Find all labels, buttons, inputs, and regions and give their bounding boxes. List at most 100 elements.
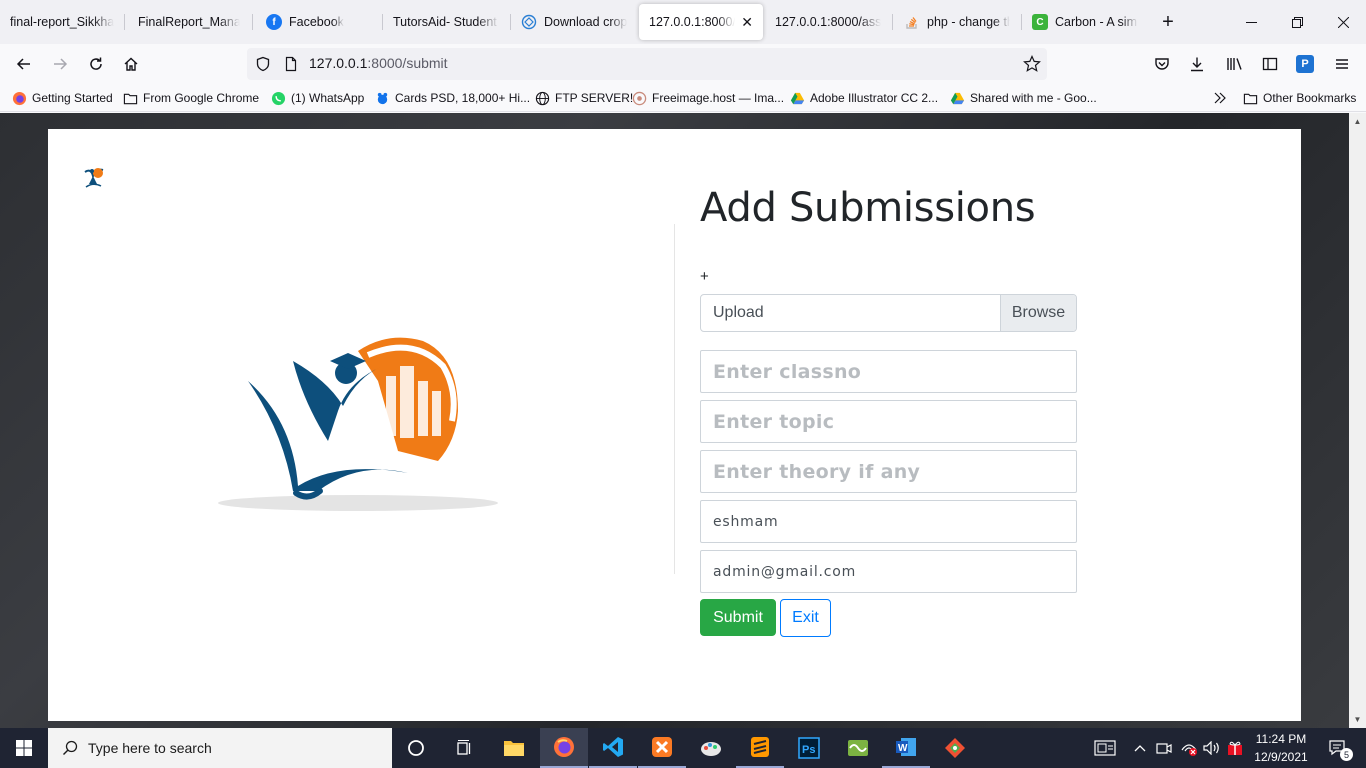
forward-button[interactable] bbox=[46, 50, 74, 78]
reload-button[interactable] bbox=[82, 50, 110, 78]
home-button[interactable] bbox=[117, 50, 145, 78]
restore-button[interactable] bbox=[1274, 0, 1320, 44]
url-text: 127.0.0.1:8000/submit bbox=[309, 55, 448, 73]
tablet-mode-icon[interactable] bbox=[1090, 728, 1120, 768]
network-disconnected-icon[interactable] bbox=[1178, 728, 1200, 768]
start-button[interactable] bbox=[0, 728, 48, 768]
browse-button[interactable]: Browse bbox=[1000, 295, 1076, 331]
svg-text:W: W bbox=[898, 743, 908, 754]
tab-title: FinalReport_Manas_ bbox=[138, 15, 240, 29]
tab-strip: final-report_SikkhaD FinalReport_Manas_ … bbox=[0, 0, 1366, 44]
classno-input[interactable] bbox=[700, 350, 1077, 393]
bookmark-label: FTP SERVER! bbox=[555, 91, 634, 105]
notification-count-badge: 5 bbox=[1340, 748, 1353, 761]
submission-card: Add Submissions + Upload Browse Submit E… bbox=[48, 129, 1301, 721]
bookmark-ftp-server[interactable]: FTP SERVER! bbox=[535, 89, 633, 107]
bookmark-star-icon[interactable] bbox=[1023, 55, 1041, 73]
home-icon bbox=[124, 57, 138, 71]
library-button[interactable] bbox=[1221, 50, 1249, 78]
bookmark-shared-with-me[interactable]: Shared with me - Goo... bbox=[950, 89, 1097, 107]
other-bookmarks[interactable]: Other Bookmarks bbox=[1243, 89, 1356, 107]
paint-icon[interactable] bbox=[687, 728, 735, 768]
whatsapp-icon bbox=[271, 91, 286, 106]
username-input[interactable] bbox=[700, 500, 1077, 543]
vertical-divider bbox=[674, 224, 675, 574]
extension-button[interactable]: P bbox=[1291, 50, 1319, 78]
minimize-button[interactable] bbox=[1228, 0, 1274, 44]
word-icon[interactable]: W bbox=[882, 728, 930, 768]
tab-title: php - change th bbox=[927, 15, 1010, 29]
action-center-icon[interactable]: 5 bbox=[1318, 728, 1358, 768]
tab-tutorsaid[interactable]: TutorsAid- Student I bbox=[383, 4, 509, 40]
tab-assignment[interactable]: 127.0.0.1:8000/assig bbox=[765, 4, 891, 40]
svg-text:Ps: Ps bbox=[802, 744, 815, 756]
drive-icon bbox=[790, 91, 805, 106]
hamburger-menu-icon bbox=[1336, 59, 1348, 69]
file-explorer-icon[interactable] bbox=[490, 728, 538, 768]
vertical-scrollbar[interactable]: ▲ ▼ bbox=[1349, 113, 1366, 728]
bookmark-from-google-chrome[interactable]: From Google Chrome bbox=[123, 89, 259, 107]
search-icon bbox=[63, 740, 78, 755]
tab-submit-active[interactable]: 127.0.0.1:8000/sul ✕ bbox=[639, 4, 763, 40]
shield-icon[interactable] bbox=[255, 56, 271, 72]
task-view-icon[interactable] bbox=[440, 728, 488, 768]
bookmark-label: Freeimage.host — Ima... bbox=[652, 91, 785, 105]
submit-button[interactable]: Submit bbox=[700, 599, 776, 636]
brand-logo bbox=[218, 337, 498, 511]
bookmark-cards-psd[interactable]: Cards PSD, 18,000+ Hi... bbox=[375, 89, 530, 107]
sidebar-button[interactable] bbox=[1256, 50, 1284, 78]
window-close-button[interactable] bbox=[1320, 0, 1366, 44]
tab-separator bbox=[892, 14, 893, 30]
url-bar[interactable]: 127.0.0.1:8000/submit bbox=[247, 48, 1047, 80]
bookmark-freeimage[interactable]: Freeimage.host — Ima... bbox=[632, 89, 784, 107]
bookmark-getting-started[interactable]: Getting Started bbox=[12, 89, 113, 107]
tab-facebook[interactable]: f Facebook bbox=[256, 4, 380, 40]
new-tab-button[interactable]: + bbox=[1156, 10, 1180, 34]
taskbar-search-box[interactable]: Type here to search bbox=[48, 728, 392, 768]
library-icon bbox=[1227, 58, 1242, 70]
system-clock[interactable]: 11:24 PM 12/9/2021 bbox=[1248, 730, 1314, 766]
exit-button[interactable]: Exit bbox=[780, 599, 831, 637]
gift-notification-icon[interactable] bbox=[1224, 728, 1246, 768]
small-logo-icon[interactable] bbox=[81, 162, 105, 190]
folder-icon bbox=[1243, 91, 1258, 106]
menu-button[interactable] bbox=[1328, 50, 1356, 78]
page-icon[interactable] bbox=[283, 56, 299, 72]
back-button[interactable] bbox=[10, 50, 38, 78]
chevron-up-icon[interactable] bbox=[1130, 728, 1150, 768]
scroll-up-icon[interactable]: ▲ bbox=[1349, 113, 1366, 130]
tab-finalreport-manas[interactable]: FinalReport_Manas_ bbox=[128, 4, 250, 40]
sublime-icon[interactable] bbox=[736, 728, 784, 768]
vscode-icon[interactable] bbox=[589, 728, 637, 768]
tab-download-crop[interactable]: Download crop bbox=[511, 4, 637, 40]
file-upload-label[interactable]: Upload bbox=[701, 295, 1000, 331]
bookmark-whatsapp[interactable]: (1) WhatsApp bbox=[271, 89, 364, 107]
chevron-double-right-icon bbox=[1214, 92, 1226, 104]
git-icon[interactable] bbox=[931, 728, 979, 768]
cortana-icon[interactable] bbox=[392, 728, 440, 768]
bookmark-label: (1) WhatsApp bbox=[291, 91, 365, 105]
bookmark-label: Adobe Illustrator CC 2... bbox=[810, 91, 939, 105]
firefox-taskbar-icon[interactable] bbox=[540, 728, 588, 768]
pocket-button[interactable] bbox=[1148, 50, 1176, 78]
windows-logo-icon bbox=[16, 740, 32, 756]
bookmarks-overflow-button[interactable] bbox=[1213, 89, 1227, 107]
bookmark-adobe-illustrator[interactable]: Adobe Illustrator CC 2... bbox=[790, 89, 938, 107]
close-icon[interactable]: ✕ bbox=[741, 14, 753, 31]
wamp-icon[interactable] bbox=[834, 728, 882, 768]
volume-icon[interactable] bbox=[1202, 728, 1222, 768]
bookmark-label: Cards PSD, 18,000+ Hi... bbox=[395, 91, 531, 105]
topic-input[interactable] bbox=[700, 400, 1077, 443]
camera-icon[interactable] bbox=[1154, 728, 1174, 768]
stackoverflow-icon bbox=[904, 14, 920, 30]
downloads-button[interactable] bbox=[1183, 50, 1211, 78]
scroll-down-icon[interactable]: ▼ bbox=[1349, 711, 1366, 728]
email-input[interactable] bbox=[700, 550, 1077, 593]
tab-final-report-sikkha[interactable]: final-report_SikkhaD bbox=[0, 4, 124, 40]
tab-carbon[interactable]: C Carbon - A simp bbox=[1022, 4, 1148, 40]
xampp-icon[interactable] bbox=[638, 728, 686, 768]
photoshop-icon[interactable]: Ps bbox=[785, 728, 833, 768]
file-upload-input[interactable]: Upload Browse bbox=[700, 294, 1077, 332]
theory-input[interactable] bbox=[700, 450, 1077, 493]
tab-php-change[interactable]: php - change th bbox=[894, 4, 1020, 40]
